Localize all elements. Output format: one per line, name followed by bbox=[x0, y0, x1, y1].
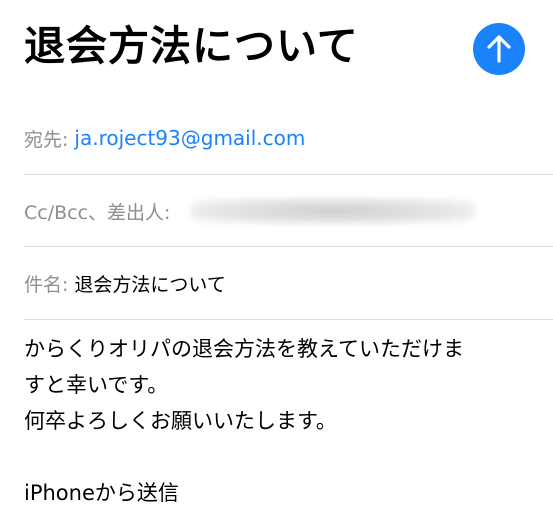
redacted-sender bbox=[190, 198, 476, 224]
body-line: からくりオリパの退会方法を教えていただけま bbox=[24, 337, 464, 361]
to-recipient[interactable]: ja.roject93@gmail.com bbox=[74, 126, 305, 150]
page-title: 退会方法について bbox=[24, 22, 359, 70]
message-body[interactable]: からくりオリパの退会方法を教えていただけま すと幸いです。 何卒よろしくお願いい… bbox=[24, 331, 534, 511]
to-field[interactable]: 宛先: ja.roject93@gmail.com bbox=[24, 102, 553, 174]
body-line: 何卒よろしくお願いいたします。 bbox=[24, 409, 337, 433]
signature: iPhoneから送信 bbox=[24, 481, 179, 505]
cc-bcc-from-label: Cc/Bcc、差出人: bbox=[24, 201, 171, 224]
to-label: 宛先: bbox=[24, 128, 69, 151]
divider bbox=[24, 319, 553, 320]
send-button[interactable] bbox=[473, 23, 525, 75]
subject-field[interactable]: 件名: 退会方法について bbox=[24, 247, 553, 319]
compose-screen: 退会方法について 宛先: ja.roject93@gmail.com Cc/Bc… bbox=[0, 0, 553, 519]
body-line: すと幸いです。 bbox=[24, 373, 169, 397]
subject-input[interactable]: 退会方法について bbox=[74, 270, 225, 297]
arrow-up-icon bbox=[487, 35, 511, 63]
cc-bcc-from-field[interactable]: Cc/Bcc、差出人: bbox=[24, 175, 553, 247]
subject-label: 件名: bbox=[24, 273, 69, 296]
